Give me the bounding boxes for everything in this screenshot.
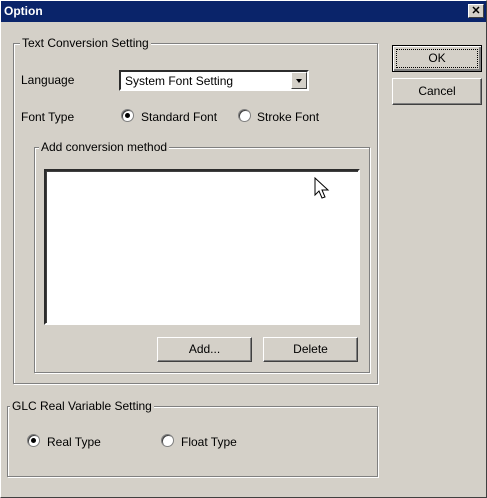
font-type-label: Font Type (21, 110, 75, 124)
float-type-label: Float Type (181, 435, 237, 449)
real-type-label: Real Type (47, 435, 101, 449)
delete-button[interactable]: Delete (263, 337, 358, 362)
cancel-button-label: Cancel (418, 84, 456, 98)
standard-font-label: Standard Font (141, 110, 218, 124)
add-method-group-label: Add conversion method (39, 140, 170, 154)
stroke-font-radio[interactable] (238, 109, 251, 122)
close-button[interactable]: ✕ (468, 4, 484, 18)
stroke-font-label: Stroke Font (257, 110, 320, 124)
close-icon: ✕ (471, 5, 481, 17)
glc-group-label: GLC Real Variable Setting (10, 399, 154, 413)
conversion-method-list[interactable] (44, 169, 360, 325)
real-type-radio[interactable] (27, 434, 40, 447)
ok-button[interactable]: OK (392, 45, 482, 72)
language-select[interactable]: System Font Setting (119, 70, 309, 91)
language-select-value: System Font Setting (125, 74, 234, 88)
add-button-label: Add... (188, 342, 221, 356)
cancel-button[interactable]: Cancel (392, 78, 482, 105)
window-title: Option (4, 4, 43, 18)
option-dialog: Option ✕ Text Conversion Setting Languag… (0, 0, 487, 498)
language-label: Language (21, 73, 75, 87)
mouse-pointer-icon (314, 177, 330, 199)
text-conversion-group-label: Text Conversion Setting (20, 36, 151, 50)
title-bar: Option ✕ (1, 1, 486, 22)
standard-font-radio[interactable] (121, 109, 134, 122)
chevron-down-icon[interactable] (291, 72, 307, 89)
delete-button-label: Delete (293, 342, 328, 356)
float-type-radio[interactable] (161, 434, 174, 447)
add-button[interactable]: Add... (157, 337, 252, 362)
